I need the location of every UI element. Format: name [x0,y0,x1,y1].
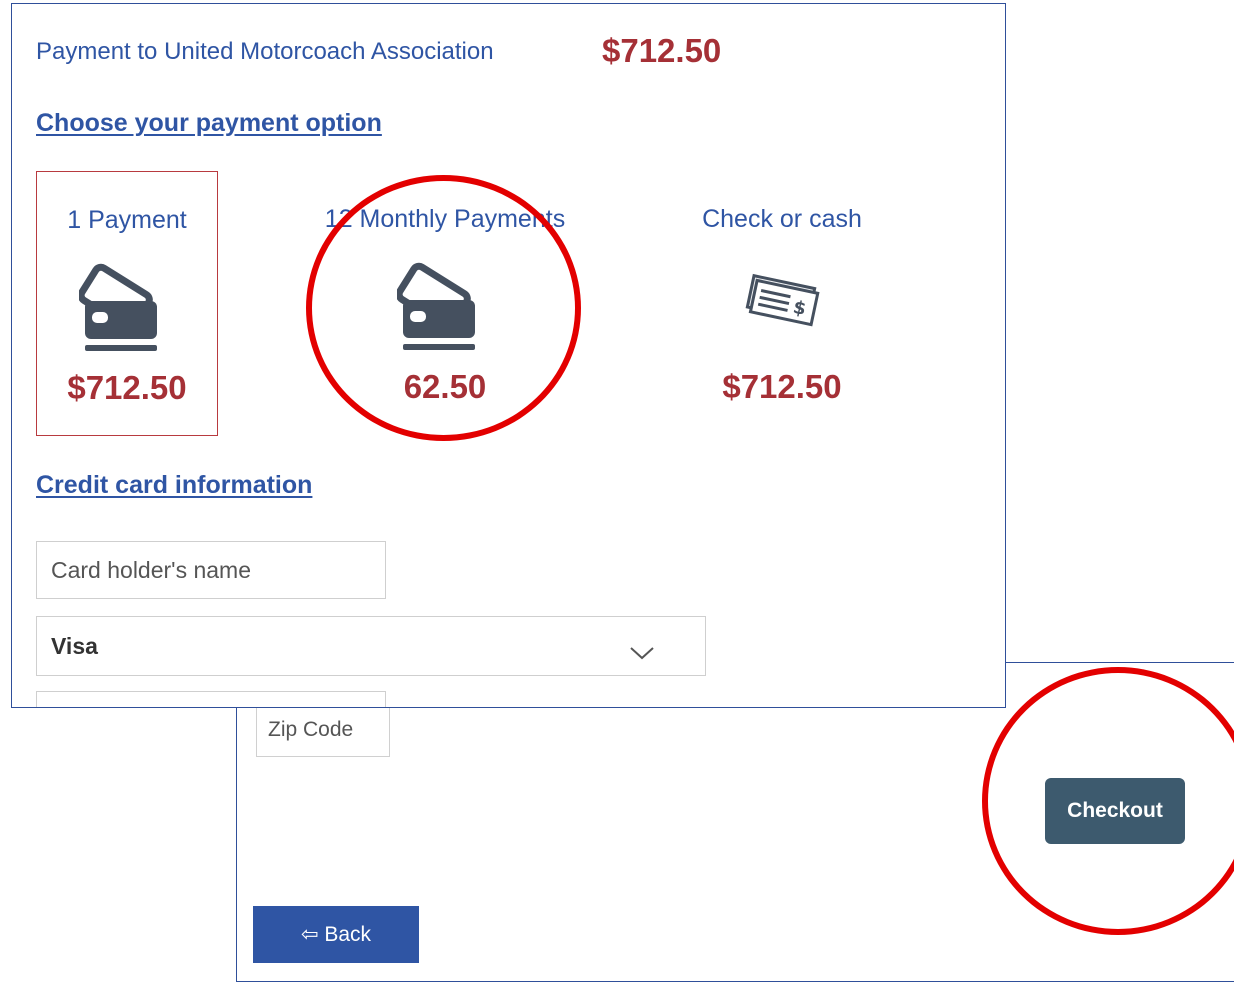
zip-code-field[interactable]: Zip Code [256,705,390,757]
option-label: 1 Payment [67,206,187,234]
option-one-payment[interactable]: 1 Payment $712.50 [36,171,218,436]
payment-option-heading: Choose your payment option [36,109,382,137]
card-holder-name-input[interactable]: Card holder's name [36,541,386,599]
credit-card-heading: Credit card information [36,471,313,499]
option-monthly-payments[interactable]: 12 Monthly Payments 62.50 [325,171,565,436]
credit-card-icon [77,257,175,358]
option-amount: 62.50 [403,368,487,405]
card-number-input[interactable] [36,691,386,707]
option-amount: $712.50 [67,369,187,406]
payment-panel: Payment to United Motorcoach Association… [11,3,1006,708]
option-amount: $712.50 [722,368,842,405]
option-label: Check or cash [702,205,862,233]
option-check-or-cash[interactable]: Check or cash $ $712.50 [691,171,873,436]
card-type-select[interactable]: Visa [36,616,706,676]
page-title: Payment to United Motorcoach Association [36,38,494,65]
credit-card-icon [395,256,493,357]
total-amount: $712.50 [602,32,722,69]
option-label: 12 Monthly Payments [324,205,566,233]
back-button[interactable]: ⇦ Back [253,906,419,963]
card-type-value: Visa [51,633,98,659]
checkout-button[interactable]: Checkout [1045,778,1185,844]
check-cash-icon: $ [744,266,820,335]
chevron-down-icon [629,639,655,666]
